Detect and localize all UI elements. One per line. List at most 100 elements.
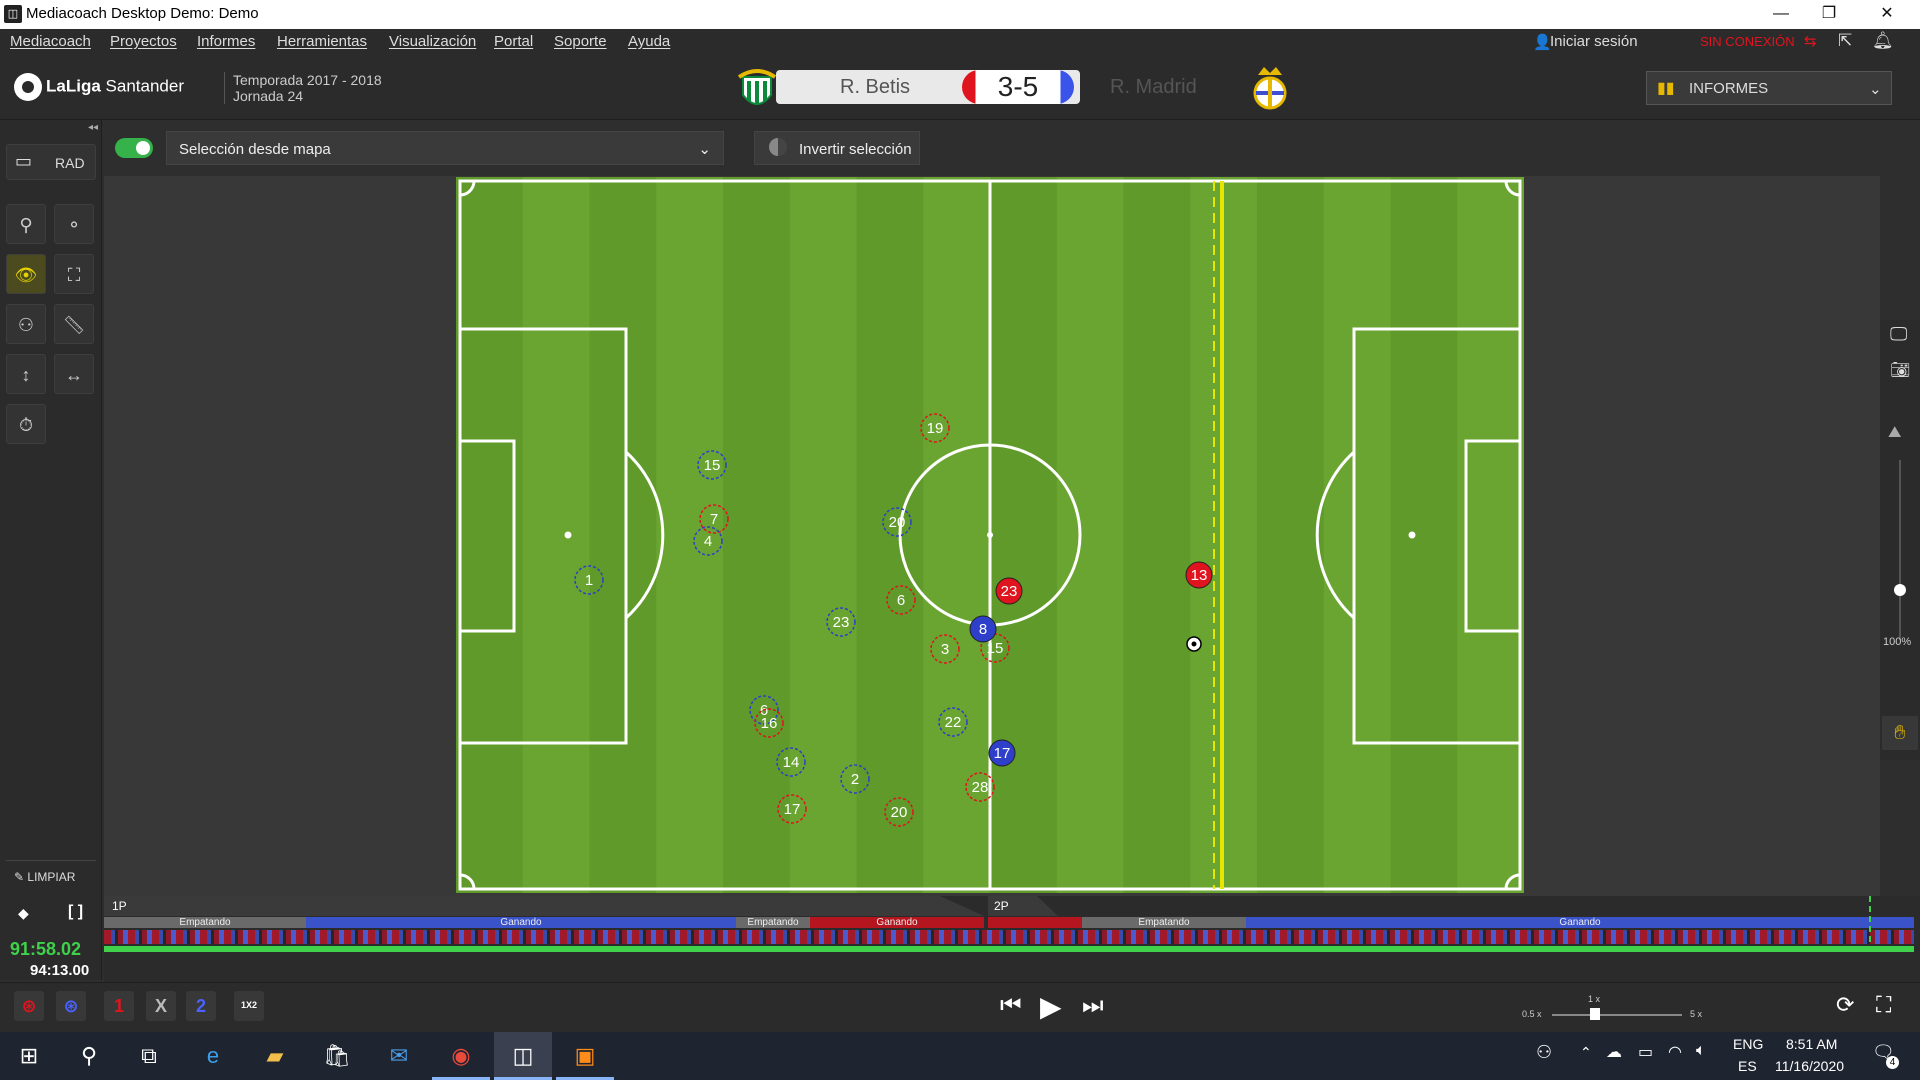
ruler-icon[interactable]: 📏︎ [54,304,94,344]
player-tool-icon[interactable]: ⚲ [6,204,46,244]
volume-icon[interactable]: 🔈︎ [1696,1042,1706,1060]
task-view-icon[interactable]: ⧉ [120,1032,178,1080]
player-number: 15 [704,457,721,474]
zoom-slider-thumb[interactable] [1894,584,1906,596]
half2-label: 2P [994,899,1009,913]
battery-icon[interactable]: ▭ [1638,1042,1653,1062]
menu-proyectos[interactable]: Proyectos [110,33,177,50]
selection-mode-dropdown[interactable]: Selección desde mapa ⌄ [166,131,724,165]
player-marker[interactable]: 17 [988,739,1016,767]
speed-slider-thumb[interactable] [1590,1008,1600,1020]
reports-dropdown[interactable]: ▮▮ INFORMES ⌄ [1646,71,1892,105]
player-marker[interactable]: 13 [1185,561,1213,589]
half1-tab[interactable]: 1P [104,896,984,916]
player-marker[interactable]: 23 [995,577,1023,605]
event-strip[interactable] [104,930,1914,944]
mediacoach-taskbar-icon[interactable]: ◫ [494,1032,552,1080]
filter-1x2-label: 1X2 [240,1000,257,1010]
menu-informes[interactable]: Informes [197,33,255,50]
refresh-icon[interactable]: ⟳ [1836,992,1854,1018]
edge-icon[interactable]: e [184,1032,242,1080]
ball-tool-icon[interactable]: ⚬ [54,204,94,244]
windows-start-icon[interactable]: ⊞ [0,1032,58,1080]
mediacoach-icon: ◫ [4,5,22,23]
progress-bar[interactable] [104,946,1914,952]
speed-mid-label: 1 x [1588,994,1601,1004]
red-team-icon[interactable]: ⊛ [14,991,44,1021]
player-number: 14 [783,754,800,771]
people-icon[interactable]: ⚇ [1536,1042,1552,1063]
language-primary[interactable]: ENG [1733,1036,1763,1052]
player-number: 13 [1191,567,1208,584]
pdf-app-icon[interactable]: ▣ [556,1032,614,1080]
menu-herramientas[interactable]: Herramientas [277,33,367,50]
bracket-icon[interactable]: [ ] [68,903,83,921]
camera-icon[interactable]: 📷︎ [1890,360,1910,380]
marker-icon[interactable]: ◆ [18,905,29,922]
formation-tool-icon[interactable]: ⛶ [54,254,94,294]
restore-icon[interactable]: ❐ [1806,3,1852,25]
store-icon[interactable]: 🛍︎ [308,1032,366,1080]
menu-ayuda[interactable]: Ayuda [628,33,670,50]
rad-button[interactable]: ▭ RAD [6,144,96,180]
mountain-icon[interactable]: ⛰︎ [1888,424,1901,442]
menu-mediacoach[interactable]: Mediacoach [10,33,91,50]
external-link-icon[interactable]: ⇱ [1838,31,1852,51]
playhead[interactable] [1869,896,1871,952]
rad-label: RAD [55,155,85,171]
filter-1x2-button[interactable]: 1X2 [234,991,264,1021]
reports-label: INFORMES [1689,80,1769,97]
clear-button[interactable]: ✎ LIMPIAR [6,860,96,890]
betis-crest-icon [737,69,777,105]
wifi-icon[interactable]: ◠ [1668,1042,1682,1062]
minimize-icon[interactable]: — [1758,3,1804,25]
zoom-slider-track[interactable] [1899,460,1901,640]
filter-1-button[interactable]: 1 [104,991,134,1021]
player-number: 16 [761,715,778,732]
menu-soporte[interactable]: Soporte [554,33,607,50]
onedrive-icon[interactable]: ☁ [1606,1042,1622,1062]
selection-toggle[interactable] [115,138,153,158]
close-icon[interactable]: ✕ [1864,3,1910,25]
view-controls: 🖵︎ 📷︎ ⛰︎ 100% ✋︎ [1880,320,1920,760]
collapse-icon[interactable]: ◂◂ [88,122,98,133]
filter-x-button[interactable]: X [146,991,176,1021]
clock-time[interactable]: 8:51 AM [1786,1036,1837,1052]
vertical-distance-icon[interactable]: ↕ [6,354,46,394]
mail-icon[interactable]: ✉ [370,1032,428,1080]
camera-icon: ▭ [15,151,33,171]
half1-label: 1P [112,899,127,913]
invert-selection-button[interactable]: Invertir selección [754,131,920,165]
chrome-icon[interactable]: ◉ [432,1032,490,1080]
menu-visualizacion[interactable]: Visualización [389,33,476,50]
visibility-tool-icon[interactable]: 👁︎ [6,254,46,294]
pitch[interactable]: 1157419206233 1582313616 2217142 2817 20 [456,177,1524,893]
notification-count: 4 [1886,1056,1899,1069]
stopwatch-icon[interactable]: ⏱︎ [6,404,46,444]
bar-chart-icon: ▮▮ [1657,80,1675,97]
fullscreen-icon[interactable]: ⛶ [1876,992,1891,1018]
pair-tool-icon[interactable]: ⚇ [6,304,46,344]
login-link[interactable]: Iniciar sesión [1550,33,1638,50]
play-icon[interactable]: ▶ [1040,990,1062,1023]
step-forward-icon[interactable]: ⏭︎ [1082,992,1104,1020]
clock-date[interactable]: 11/16/2020 [1775,1058,1844,1074]
segment-1p-3: Ganando [810,917,984,928]
monitor-icon[interactable]: 🖵︎ [1890,324,1907,345]
blue-team-icon[interactable]: ⊛ [56,991,86,1021]
player-number: 17 [784,801,801,818]
connection-status: SIN CONEXIÓN [1700,34,1795,49]
hand-icon[interactable]: ✋︎ [1882,716,1918,750]
file-explorer-icon[interactable]: ▰ [246,1032,304,1080]
language-secondary[interactable]: ES [1738,1058,1757,1074]
bell-icon[interactable]: 🔔︎ [1872,31,1894,51]
speed-slider[interactable] [1552,1014,1682,1016]
menu-portal[interactable]: Portal [494,33,533,50]
tray-chevron-icon[interactable]: ⌃ [1580,1044,1592,1061]
player-marker[interactable]: 8 [969,615,997,643]
step-back-icon[interactable]: ⏮︎ [1000,992,1022,1020]
filter-2-button[interactable]: 2 [186,991,216,1021]
horizontal-distance-icon[interactable]: ↔ [54,354,94,394]
player-number: 1 [585,572,593,589]
search-icon[interactable]: ⚲ [60,1032,118,1080]
